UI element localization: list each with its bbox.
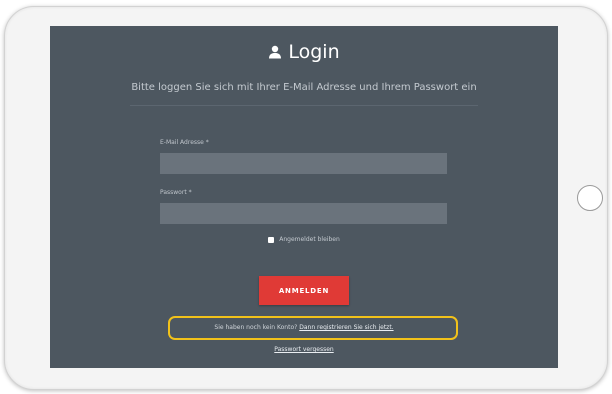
email-field[interactable] (160, 153, 447, 174)
remember-me[interactable]: Angemeldet bleiben (50, 236, 558, 244)
remember-me-label: Angemeldet bleiben (279, 236, 340, 243)
tablet-home-button[interactable] (577, 185, 603, 211)
divider (130, 105, 478, 106)
password-field[interactable] (160, 203, 447, 224)
forgot-password-link[interactable]: Passwort vergessen (50, 345, 558, 354)
remember-me-checkbox[interactable] (268, 237, 275, 243)
user-icon (268, 45, 282, 59)
no-account-text: Sie haben noch kein Konto? (214, 324, 298, 331)
register-prompt: Sie haben noch kein Konto? Dann registri… (50, 323, 558, 332)
page-title-text: Login (288, 41, 340, 63)
email-label: E-Mail Adresse * (160, 139, 209, 146)
login-button[interactable]: ANMELDEN (259, 276, 349, 305)
password-label: Passwort * (160, 189, 192, 196)
register-link[interactable]: Dann registrieren Sie sich jetzt. (299, 324, 393, 331)
login-instructions: Bitte loggen Sie sich mit Ihrer E-Mail A… (131, 82, 477, 93)
login-screen: Login Bitte loggen Sie sich mit Ihrer E-… (50, 26, 558, 368)
page-title: Login (50, 40, 558, 64)
